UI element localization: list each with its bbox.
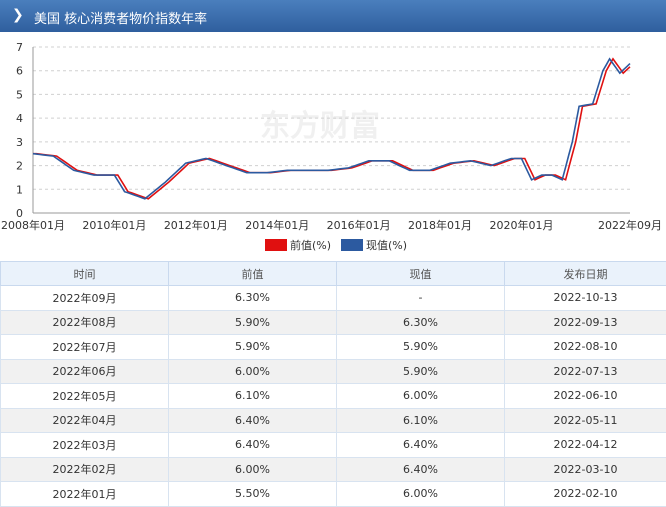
- cell-prev: 6.40%: [169, 408, 337, 433]
- x-tick-label: 2012年01月: [164, 218, 228, 232]
- chart-legend: 前值(%) 现值(%): [0, 237, 666, 253]
- data-table: 时间 前值 现值 发布日期 2022年09月6.30%-2022-10-1320…: [0, 261, 666, 507]
- cell-prev: 5.90%: [169, 310, 337, 335]
- cell-curr: 6.10%: [337, 408, 505, 433]
- y-tick-label: 3: [16, 136, 23, 149]
- cell-curr: 5.90%: [337, 335, 505, 360]
- cell-date: 2022-07-13: [505, 359, 666, 384]
- chart-area: 东方财富012345672008年01月2010年01月2012年01月2014…: [0, 32, 666, 260]
- x-tick-label: 2022年09月: [598, 218, 662, 232]
- cell-date: 2022-05-11: [505, 408, 666, 433]
- cell-date: 2022-09-13: [505, 310, 666, 335]
- cell-curr: 6.30%: [337, 310, 505, 335]
- y-tick-label: 2: [16, 160, 23, 173]
- column-header-date[interactable]: 发布日期: [505, 262, 666, 286]
- cell-time: 2022年09月: [1, 286, 169, 311]
- cell-prev: 5.50%: [169, 482, 337, 507]
- table-row: 2022年08月5.90%6.30%2022-09-13: [1, 310, 666, 335]
- legend-label-curr: 现值(%): [366, 239, 407, 252]
- x-tick-label: 2010年01月: [82, 218, 146, 232]
- x-tick-label: 2014年01月: [245, 218, 309, 232]
- table-row: 2022年05月6.10%6.00%2022-06-10: [1, 384, 666, 409]
- table-row: 2022年03月6.40%6.40%2022-04-12: [1, 433, 666, 458]
- cell-date: 2022-04-12: [505, 433, 666, 458]
- cell-date: 2022-03-10: [505, 457, 666, 482]
- legend-label-prev: 前值(%): [290, 239, 331, 252]
- cell-date: 2022-02-10: [505, 482, 666, 507]
- cell-curr: 6.00%: [337, 482, 505, 507]
- table-row: 2022年09月6.30%-2022-10-13: [1, 286, 666, 311]
- table-body: 2022年09月6.30%-2022-10-132022年08月5.90%6.3…: [1, 286, 666, 507]
- line-chart: 东方财富012345672008年01月2010年01月2012年01月2014…: [0, 32, 666, 260]
- cell-prev: 5.90%: [169, 335, 337, 360]
- cell-curr: 6.40%: [337, 457, 505, 482]
- legend-item-prev[interactable]: 前值(%): [265, 237, 331, 253]
- cell-time: 2022年05月: [1, 384, 169, 409]
- table-row: 2022年02月6.00%6.40%2022-03-10: [1, 457, 666, 482]
- cell-prev: 6.30%: [169, 286, 337, 311]
- cell-time: 2022年02月: [1, 457, 169, 482]
- column-header-curr[interactable]: 现值: [337, 262, 505, 286]
- watermark-text: 东方财富: [260, 109, 380, 144]
- y-tick-label: 6: [16, 65, 23, 78]
- panel-title: 美国 核心消费者物价指数年率: [34, 8, 207, 27]
- table-row: 2022年07月5.90%5.90%2022-08-10: [1, 335, 666, 360]
- legend-swatch-prev: [265, 239, 287, 251]
- data-table-wrapper: 时间 前值 现值 发布日期 2022年09月6.30%-2022-10-1320…: [0, 261, 666, 506]
- table-header-row: 时间 前值 现值 发布日期: [1, 262, 666, 286]
- column-header-time[interactable]: 时间: [1, 262, 169, 286]
- column-header-prev[interactable]: 前值: [169, 262, 337, 286]
- x-tick-label: 2020年01月: [489, 218, 553, 232]
- cell-curr: 6.00%: [337, 384, 505, 409]
- y-tick-label: 5: [16, 88, 23, 101]
- cell-prev: 6.10%: [169, 384, 337, 409]
- cell-curr: -: [337, 286, 505, 311]
- table-row: 2022年06月6.00%5.90%2022-07-13: [1, 359, 666, 384]
- y-tick-label: 7: [16, 41, 23, 54]
- chevron-right-icon[interactable]: ❯: [12, 7, 24, 23]
- cell-curr: 6.40%: [337, 433, 505, 458]
- cell-time: 2022年08月: [1, 310, 169, 335]
- y-tick-label: 1: [16, 183, 23, 196]
- cell-date: 2022-08-10: [505, 335, 666, 360]
- x-tick-label: 2008年01月: [1, 218, 65, 232]
- x-tick-label: 2016年01月: [327, 218, 391, 232]
- cell-prev: 6.00%: [169, 457, 337, 482]
- cell-date: 2022-10-13: [505, 286, 666, 311]
- legend-item-curr[interactable]: 现值(%): [341, 237, 407, 253]
- y-tick-label: 4: [16, 112, 23, 125]
- table-row: 2022年04月6.40%6.10%2022-05-11: [1, 408, 666, 433]
- table-row: 2022年01月5.50%6.00%2022-02-10: [1, 482, 666, 507]
- cell-prev: 6.00%: [169, 359, 337, 384]
- panel-header: ❯ 美国 核心消费者物价指数年率: [0, 0, 666, 32]
- cell-time: 2022年01月: [1, 482, 169, 507]
- cell-date: 2022-06-10: [505, 384, 666, 409]
- cell-curr: 5.90%: [337, 359, 505, 384]
- cell-time: 2022年03月: [1, 433, 169, 458]
- legend-swatch-curr: [341, 239, 363, 251]
- cell-time: 2022年07月: [1, 335, 169, 360]
- cell-prev: 6.40%: [169, 433, 337, 458]
- x-tick-label: 2018年01月: [408, 218, 472, 232]
- cell-time: 2022年06月: [1, 359, 169, 384]
- cell-time: 2022年04月: [1, 408, 169, 433]
